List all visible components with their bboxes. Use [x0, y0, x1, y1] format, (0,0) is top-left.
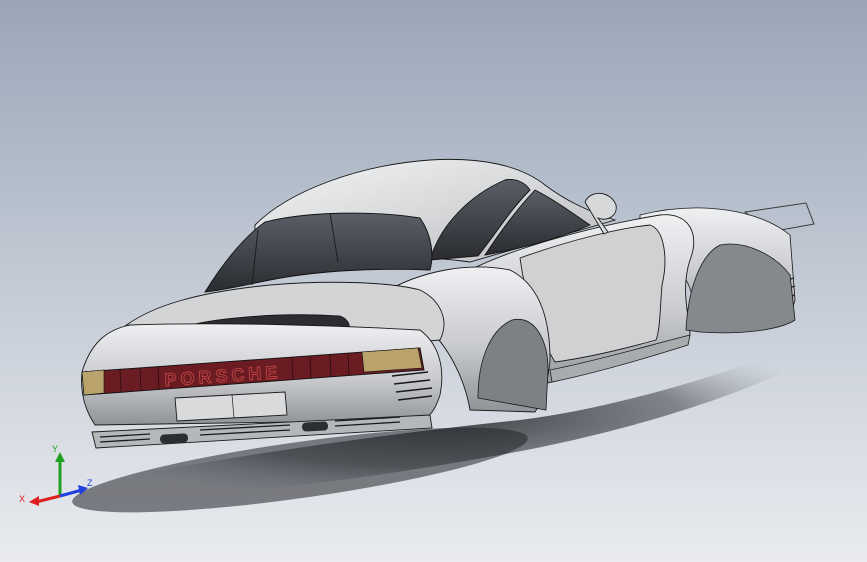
graphics-viewport[interactable]: PORSCHE Y X Z [0, 0, 867, 562]
z-axis-label: Z [87, 478, 93, 488]
x-axis-head-icon [29, 496, 39, 506]
axis-triad: Y X Z [19, 444, 93, 506]
exhaust-left [160, 433, 189, 444]
exhaust-right [302, 421, 329, 432]
z-axis-arrow [59, 488, 83, 498]
taillight-left-amber [81, 369, 105, 396]
taillight-right-amber [361, 347, 423, 373]
x-axis-label: X [19, 494, 25, 504]
rear-window [204, 212, 433, 293]
y-axis-label: Y [52, 444, 58, 454]
x-axis-arrow [35, 494, 61, 504]
model-scene[interactable]: PORSCHE [0, 0, 867, 562]
